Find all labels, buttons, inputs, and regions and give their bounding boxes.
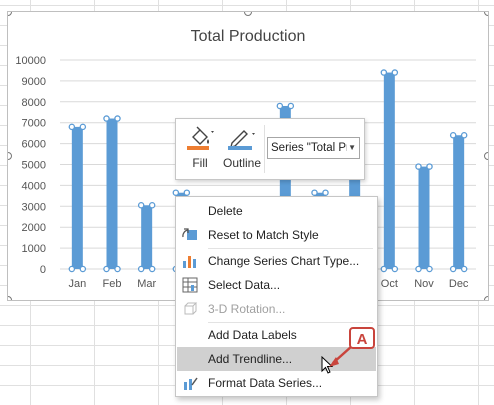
annotation-pointer [329, 345, 353, 367]
annotation-badge: A [349, 327, 375, 349]
